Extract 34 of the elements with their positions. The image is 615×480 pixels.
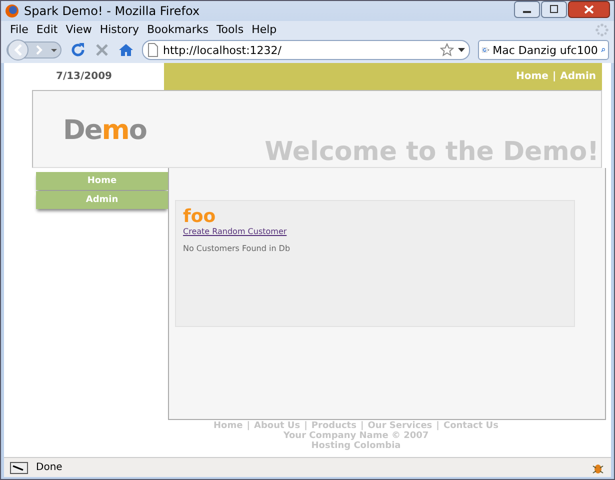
reload-icon[interactable] <box>70 42 86 58</box>
menu-item[interactable]: View <box>62 23 96 36</box>
address-bar[interactable]: http://localhost:1232/ <box>142 40 470 60</box>
separator: | <box>552 71 556 82</box>
separator: | <box>436 421 440 431</box>
logo: Demo <box>63 115 146 146</box>
firefox-icon <box>5 4 19 18</box>
menu-item[interactable]: Edit <box>32 23 62 36</box>
page-icon <box>147 43 159 57</box>
copyright-text: Your Company Name © 2007 <box>283 431 429 441</box>
menu-item[interactable]: Help <box>248 23 281 36</box>
close-button[interactable] <box>568 0 610 18</box>
separator: | <box>360 421 364 431</box>
section-heading: foo <box>183 207 216 227</box>
status-text: Done <box>36 462 62 473</box>
minimize-button[interactable] <box>514 0 540 18</box>
search-field[interactable]: Mac Danzig ufc100 <box>478 40 609 60</box>
menu-item[interactable]: Bookmarks <box>142 23 212 36</box>
window-title: Spark Demo! - Mozilla Firefox <box>24 4 201 18</box>
separator: | <box>246 421 250 431</box>
empty-message: No Customers Found in Db <box>183 244 290 253</box>
menu-item[interactable]: Tools <box>212 23 248 36</box>
maximize-button[interactable] <box>541 0 567 18</box>
star-icon[interactable] <box>440 43 454 57</box>
spinner-icon <box>595 22 609 36</box>
connection-icon <box>10 462 28 474</box>
dropdown-icon[interactable] <box>458 48 465 52</box>
home-icon[interactable] <box>118 42 134 58</box>
menu-item[interactable]: History <box>96 23 143 36</box>
date-label: 7/13/2009 <box>54 70 113 84</box>
credit-text: Hosting Colombia <box>311 441 401 451</box>
menu-item[interactable]: File <box>6 23 32 36</box>
separator: | <box>304 421 308 431</box>
create-customer-link[interactable]: Create Random Customer <box>183 227 287 236</box>
